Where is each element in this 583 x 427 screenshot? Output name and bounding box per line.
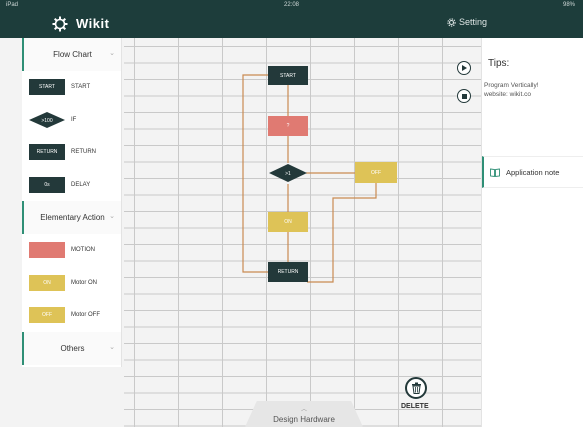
start-block-shape: START — [29, 79, 65, 96]
palette-item-return[interactable]: RETURN RETURN — [22, 136, 121, 169]
palette-item-label: START — [71, 84, 91, 91]
flow-motion-block[interactable]: ? — [268, 116, 308, 136]
section-elementary-action[interactable]: Elementary Action ⌄ — [22, 201, 121, 234]
design-hardware-label: Design Hardware — [273, 415, 335, 424]
tips-title: Tips: — [488, 58, 510, 69]
flow-on-block[interactable]: ON — [268, 212, 308, 232]
logo-icon — [52, 16, 68, 32]
play-button[interactable] — [457, 61, 471, 75]
palette-item-motor-off[interactable]: OFF Motor OFF — [22, 299, 121, 332]
palette-item-delay[interactable]: 0s DELAY — [22, 169, 121, 202]
section-title: Elementary Action — [40, 213, 105, 222]
section-title: Flow Chart — [53, 50, 92, 59]
palette-item-motion[interactable]: MOTION — [22, 234, 121, 267]
palette-item-start[interactable]: START START — [22, 71, 121, 104]
stop-button[interactable] — [457, 89, 471, 103]
flow-return-block[interactable]: RETURN — [268, 262, 308, 282]
palette-item-motor-on[interactable]: ON Motor ON — [22, 267, 121, 300]
section-others[interactable]: Others ⌄ — [22, 331, 121, 365]
flow-if-label: >1 — [285, 171, 291, 177]
setting-button[interactable]: Setting — [447, 17, 487, 27]
palette-item-label: MOTION — [71, 247, 95, 254]
motor-on-block-shape: ON — [29, 274, 65, 291]
battery-indicator: 98% — [562, 2, 575, 8]
if-block-shape: >100 — [29, 111, 65, 128]
program-canvas[interactable]: >1 START ? OFF ON RETURN DELETE ︿ Design… — [124, 38, 481, 427]
if-shape-text: >100 — [41, 118, 52, 124]
palette-item-if[interactable]: >100 IF — [22, 104, 121, 137]
flow-off-block[interactable]: OFF — [355, 162, 397, 183]
palette-item-label: DELAY — [71, 181, 91, 188]
status-bar: iPad 22:08 98% — [0, 0, 583, 10]
trash-icon — [411, 382, 421, 394]
tips-panel: Tips: Program Vertically! website: wikit… — [481, 38, 583, 427]
flow-connectors: >1 — [242, 74, 377, 283]
tips-website: website: wikit.co — [484, 91, 531, 98]
chevron-up-icon: ︿ — [300, 407, 307, 413]
play-icon — [462, 65, 467, 71]
app-header: Wikit Setting — [0, 10, 583, 38]
setting-label: Setting — [459, 17, 488, 27]
tips-text: Program Vertically! — [484, 82, 539, 89]
flow-start-block[interactable]: START — [268, 66, 308, 85]
chevron-down-icon: ⌄ — [109, 213, 115, 220]
block-palette: Flow Chart ⌄ START START >100 IF RETURN … — [22, 38, 122, 367]
book-icon — [490, 167, 500, 177]
chevron-down-icon: ⌄ — [109, 343, 115, 351]
section-title: Others — [60, 343, 85, 353]
application-note-label: Application note — [506, 167, 560, 177]
palette-item-label: RETURN — [71, 149, 96, 156]
palette-item-label: Motor OFF — [71, 312, 101, 319]
stop-icon — [461, 93, 467, 99]
design-hardware-tab[interactable]: ︿ Design Hardware — [245, 401, 363, 427]
gear-icon — [447, 17, 456, 27]
delay-block-shape: 0s — [29, 176, 65, 193]
app-title: Wikit — [76, 16, 110, 31]
section-flow-chart[interactable]: Flow Chart ⌄ — [22, 38, 121, 71]
return-block-shape: RETURN — [29, 144, 65, 161]
application-note-button[interactable]: Application note — [482, 156, 583, 188]
delete-button[interactable] — [405, 377, 427, 399]
palette-item-label: IF — [71, 116, 77, 123]
palette-item-label: Motor ON — [71, 279, 98, 286]
motion-block-shape — [29, 242, 65, 259]
status-time: 22:08 — [283, 2, 299, 8]
delete-label: DELETE — [401, 403, 429, 410]
chevron-down-icon: ⌄ — [109, 50, 115, 57]
motor-off-block-shape: OFF — [29, 307, 65, 324]
